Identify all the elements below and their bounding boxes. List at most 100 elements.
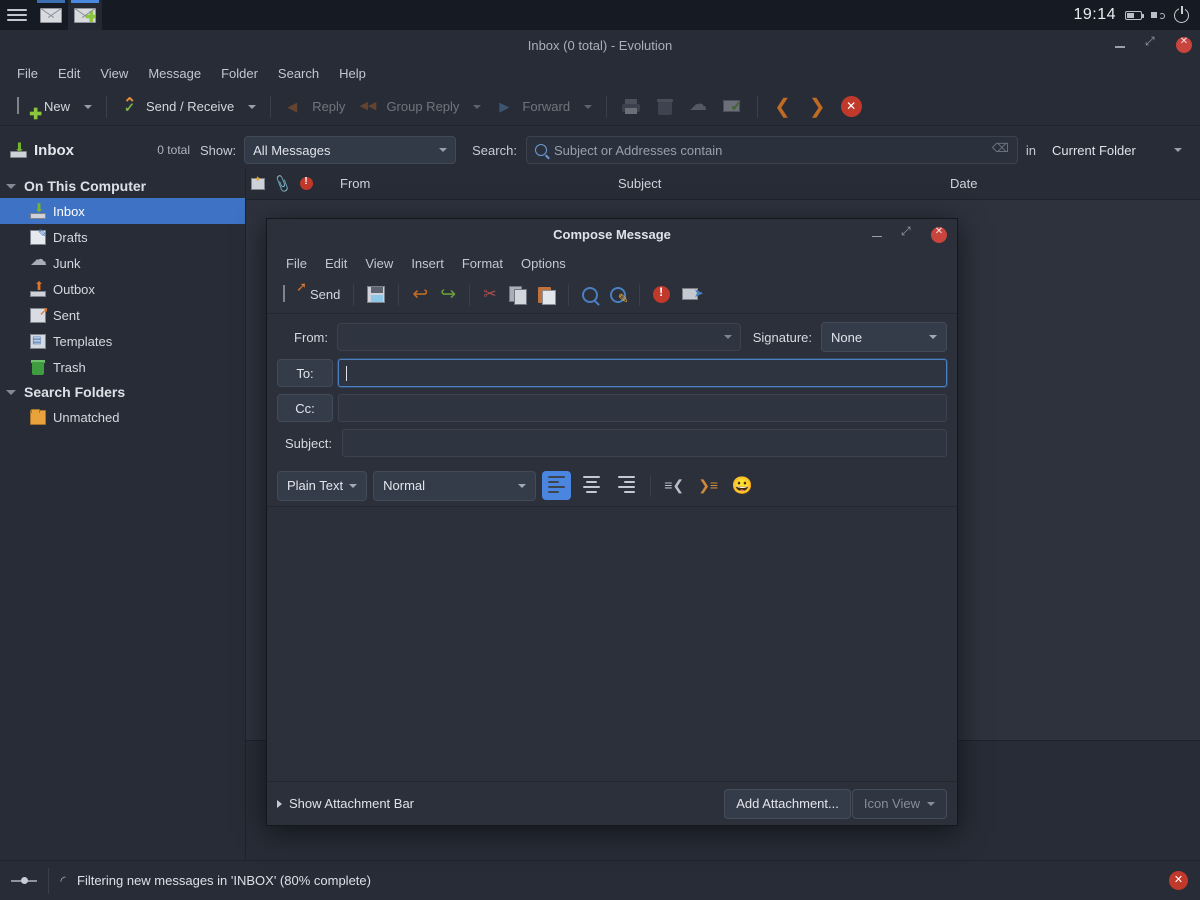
menu-view[interactable]: View — [91, 63, 137, 84]
forward-dropdown[interactable] — [577, 94, 599, 120]
sidebar-item-templates[interactable]: Templates — [0, 328, 245, 354]
new-message-dropdown[interactable] — [77, 94, 99, 120]
menu-search[interactable]: Search — [269, 63, 328, 84]
cut-button[interactable]: ✂ — [477, 283, 502, 306]
power-icon[interactable] — [1174, 5, 1189, 23]
save-draft-button[interactable] — [361, 283, 391, 306]
send-later-button[interactable] — [676, 284, 708, 305]
taskbar-mail-app[interactable] — [34, 0, 68, 30]
paragraph-style-dropdown[interactable]: Normal — [373, 470, 537, 501]
compose-maximize-button[interactable] — [900, 224, 916, 243]
group-reply-button[interactable]: Group Reply — [352, 94, 466, 120]
forward-button[interactable]: Forward — [488, 94, 577, 120]
send-receive-button[interactable]: Send / Receive — [114, 94, 241, 120]
subject-input[interactable] — [342, 429, 947, 457]
sidebar-item-drafts[interactable]: Drafts — [0, 224, 245, 250]
menu-message[interactable]: Message — [139, 63, 210, 84]
menu-help[interactable]: Help — [330, 63, 375, 84]
from-dropdown[interactable] — [337, 323, 741, 351]
compose-menu-format[interactable]: Format — [453, 254, 512, 273]
menu-folder[interactable]: Folder — [212, 63, 267, 84]
search-scope-dropdown[interactable]: Current Folder — [1044, 136, 1190, 164]
compose-menu-file[interactable]: File — [277, 254, 316, 273]
signature-label: Signature: — [752, 329, 812, 345]
delete-button[interactable] — [648, 95, 682, 119]
group-reply-dropdown[interactable] — [466, 94, 488, 120]
chevron-down-icon — [6, 389, 16, 395]
paste-button[interactable] — [532, 283, 561, 306]
to-button[interactable]: To: — [277, 359, 333, 387]
cc-button[interactable]: Cc: — [277, 394, 333, 422]
window-minimize-button[interactable] — [1112, 37, 1128, 53]
activities-menu-button[interactable] — [0, 0, 34, 30]
show-filter-dropdown[interactable]: All Messages — [244, 136, 457, 164]
redo-button[interactable]: ↪ — [434, 283, 462, 306]
taskbar-compose-app[interactable]: ✚ — [68, 0, 102, 30]
sidebar-item-label: Sent — [53, 307, 80, 323]
compose-menu-insert[interactable]: Insert — [402, 254, 453, 273]
align-left-button[interactable] — [542, 471, 572, 500]
align-center-button[interactable] — [577, 471, 606, 500]
window-close-button[interactable] — [1176, 36, 1192, 53]
column-importance[interactable] — [294, 176, 318, 190]
compose-close-button[interactable] — [931, 226, 947, 243]
sidebar-item-trash[interactable]: Trash — [0, 354, 245, 380]
column-header-subject[interactable]: Subject — [618, 176, 898, 191]
junk-button[interactable] — [682, 94, 716, 119]
sidebar-item-label: Unmatched — [53, 409, 120, 425]
copy-button[interactable] — [503, 283, 532, 306]
column-attachment[interactable]: 📎 — [270, 173, 294, 193]
window-maximize-button[interactable] — [1144, 34, 1160, 53]
format-mode-dropdown[interactable]: Plain Text — [277, 470, 368, 501]
menu-edit[interactable]: Edit — [49, 63, 89, 84]
sidebar-group-on-this-computer[interactable]: On This Computer — [0, 174, 245, 198]
print-button[interactable] — [614, 95, 648, 119]
compose-menu-edit[interactable]: Edit — [316, 254, 356, 273]
sidebar-item-outbox[interactable]: ⬆ Outbox — [0, 276, 245, 302]
find-button[interactable] — [576, 284, 604, 306]
to-input[interactable] — [338, 359, 947, 387]
mark-read-button[interactable] — [716, 95, 750, 119]
search-input[interactable]: Subject or Addresses contain — [525, 136, 1018, 164]
outdent-button[interactable]: ≡❮ — [660, 472, 688, 500]
column-read-status[interactable] — [246, 174, 270, 190]
indent-button[interactable]: ❯≡ — [694, 472, 722, 500]
align-right-button[interactable] — [612, 471, 641, 500]
paste-icon — [537, 286, 556, 305]
compose-menu-options[interactable]: Options — [512, 254, 575, 273]
cc-row: Cc: — [277, 394, 947, 422]
undo-button[interactable]: ↩ — [406, 283, 434, 306]
search-icon[interactable] — [534, 144, 547, 156]
sidebar-group-search-folders[interactable]: Search Folders — [0, 380, 245, 404]
online-status-toggle[interactable] — [0, 876, 48, 886]
sidebar-item-sent[interactable]: Sent — [0, 302, 245, 328]
forward-nav-icon[interactable]: ❯ — [800, 97, 835, 117]
back-icon[interactable]: ❮ — [765, 97, 800, 117]
column-header-from[interactable]: From — [318, 176, 618, 191]
send-button[interactable]: ➚ Send — [277, 280, 346, 307]
sidebar-item-junk[interactable]: Junk — [0, 250, 245, 276]
cc-input[interactable] — [338, 394, 947, 422]
sidebar-item-unmatched[interactable]: Unmatched — [0, 404, 245, 430]
compose-menu-view[interactable]: View — [356, 254, 402, 273]
add-attachment-button[interactable]: Add Attachment... — [724, 788, 851, 819]
clear-search-icon[interactable] — [992, 141, 1009, 156]
attachment-view-dropdown[interactable]: Icon View — [851, 788, 947, 819]
column-header-date[interactable]: Date — [898, 176, 1098, 191]
message-body-editor[interactable] — [267, 507, 957, 781]
menu-file[interactable]: File — [8, 63, 47, 84]
volume-icon[interactable] — [1151, 10, 1165, 20]
battery-icon[interactable] — [1125, 10, 1144, 20]
priority-button[interactable] — [647, 283, 676, 306]
new-message-button[interactable]: ✚ New — [10, 94, 77, 122]
reply-button[interactable]: Reply — [278, 94, 352, 120]
cancel-icon[interactable] — [1169, 871, 1188, 890]
insert-emoji-button[interactable]: 😀 — [728, 472, 756, 500]
cancel-icon[interactable] — [840, 96, 862, 117]
compose-minimize-button[interactable] — [869, 227, 885, 243]
show-attachment-bar-toggle[interactable]: Show Attachment Bar — [277, 796, 414, 811]
send-receive-dropdown[interactable] — [241, 94, 263, 120]
signature-dropdown[interactable]: None — [821, 322, 947, 352]
sidebar-item-inbox[interactable]: ⬇ Inbox — [0, 198, 245, 224]
replace-button[interactable] — [604, 284, 632, 307]
